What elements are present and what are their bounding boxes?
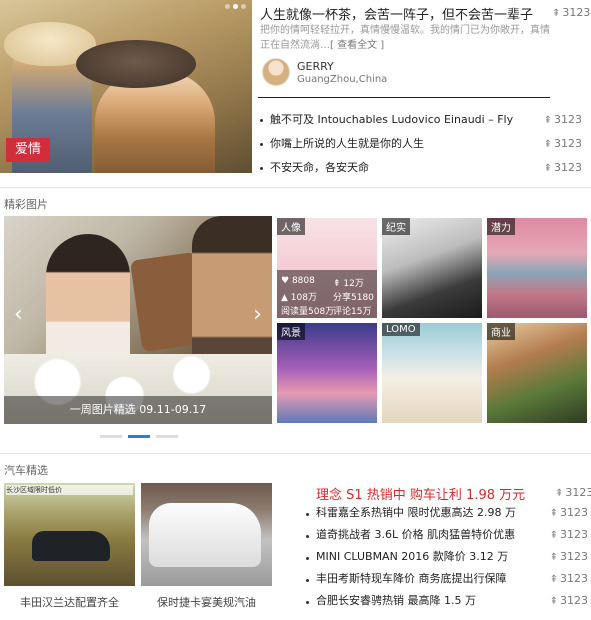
- brown-hat: [76, 40, 196, 88]
- views-icon: ⇞: [543, 163, 552, 174]
- child-figure: [95, 72, 215, 173]
- car-caption[interactable]: 丰田汉兰达配置齐全: [4, 594, 135, 610]
- author-name[interactable]: GERRY: [297, 60, 334, 73]
- pager-dot-active[interactable]: [128, 435, 150, 438]
- photo-tile-portrait[interactable]: 人像 ♥ 8808 ⇞ 12万 ▲ 108万 分享5180 阅读量508万 评论…: [277, 218, 377, 318]
- car-headline[interactable]: 理念 S1 热销中 购车让利 1.98 万元: [316, 484, 525, 503]
- views-icon: ⇞: [549, 596, 558, 607]
- article-list: 触不可及 Intouchables Ludovico Einaudi – Fly…: [260, 110, 582, 182]
- tile-label: 纪实: [382, 218, 410, 235]
- photo-tile-commercial[interactable]: 商业: [487, 323, 587, 423]
- author-location: GuangZhou,China: [297, 74, 388, 85]
- views-icon: ⇞: [333, 279, 341, 289]
- suv-shape: [149, 503, 261, 567]
- photo-tile-landscape[interactable]: 风景: [277, 323, 377, 423]
- photo-tile-lomo[interactable]: LOMO: [382, 323, 482, 423]
- views-icon: ⇞: [549, 574, 558, 585]
- car-image-cayenne[interactable]: [141, 483, 272, 586]
- section-divider: [0, 453, 591, 454]
- thumb-icon: ▲: [281, 293, 288, 303]
- list-item[interactable]: 丰田考斯特现车降价 商务底提出行保障 ⇞ 3123: [306, 570, 588, 592]
- slide-caption[interactable]: 一周图片精选 09.11-09.17: [4, 396, 272, 424]
- avatar[interactable]: [262, 58, 290, 86]
- carousel-dots[interactable]: [225, 4, 246, 9]
- list-item[interactable]: 不安天命，各安天命 ⇞ 3123: [260, 158, 582, 182]
- views-icon: ⇞: [555, 488, 564, 499]
- car-article-list: 科雷嘉全系热销中 限时优惠高达 2.98 万 ⇞ 3123 道奇挑战者 3.6L 价…: [306, 504, 588, 614]
- section-title-photos: 精彩图片: [4, 198, 48, 211]
- read-more-link[interactable]: [ 查看全文 ]: [330, 40, 384, 51]
- tile-label: 风景: [277, 323, 305, 340]
- photo-stats: ♥ 8808 ⇞ 12万 ▲ 108万 分享5180 阅读量508万 评论15万: [277, 270, 377, 318]
- list-item[interactable]: 你嘴上所说的人生就是你的人生 ⇞ 3123: [260, 134, 582, 158]
- photo-tile-potential[interactable]: 潜力: [487, 218, 587, 318]
- featured-description: 把你的情呵轻轻拉开，真情慢慢温软。我的情门已为你敞开，真情正在自然流淌…[ 查看…: [260, 25, 550, 51]
- pager-dot[interactable]: [156, 435, 178, 438]
- views-icon: ⇞: [549, 508, 558, 519]
- photo-slideshow[interactable]: ‹ › 一周图片精选 09.11-09.17: [4, 216, 272, 424]
- views-icon: ⇞: [552, 8, 561, 19]
- views-icon: ⇞: [543, 139, 552, 150]
- views-icon: ⇞: [543, 115, 552, 126]
- next-arrow-icon[interactable]: ›: [253, 302, 262, 327]
- photo-tile-documentary[interactable]: 纪实: [382, 218, 482, 318]
- list-item[interactable]: 科雷嘉全系热销中 限时优惠高达 2.98 万 ⇞ 3123: [306, 504, 588, 526]
- suv-shape: [32, 531, 110, 561]
- tile-label: 商业: [487, 323, 515, 340]
- tile-label: 人像: [277, 218, 305, 235]
- tile-label: LOMO: [382, 323, 420, 336]
- slide-pager[interactable]: [100, 435, 178, 438]
- views-icon: ⇞: [549, 530, 558, 541]
- view-count: ⇞ 3123: [552, 6, 591, 19]
- views-icon: ⇞: [549, 552, 558, 563]
- promo-band: 长沙区域限时低价: [6, 485, 133, 495]
- section-title-cars: 汽车精选: [4, 464, 48, 477]
- list-item[interactable]: 触不可及 Intouchables Ludovico Einaudi – Fly…: [260, 110, 582, 134]
- list-item[interactable]: MINI CLUBMAN 2016 款降价 3.12 万 ⇞ 3123: [306, 548, 588, 570]
- category-tag[interactable]: 爱情: [6, 138, 50, 162]
- car-image-highlander[interactable]: 长沙区域限时低价: [4, 483, 135, 586]
- featured-title-text[interactable]: 人生就像一杯茶，会苦一阵子，但不会苦一辈子: [260, 8, 533, 23]
- featured-title[interactable]: 人生就像一杯茶，会苦一阵子，但不会苦一辈子: [260, 4, 550, 23]
- featured-image[interactable]: 爱情: [0, 0, 252, 173]
- list-item[interactable]: 合肥长安睿骋热销 最高降 1.5 万 ⇞ 3123: [306, 592, 588, 614]
- section-divider: [0, 187, 591, 188]
- divider: [258, 97, 550, 98]
- pager-dot[interactable]: [100, 435, 122, 438]
- car-caption[interactable]: 保时捷卡宴美规汽油: [141, 594, 272, 610]
- prev-arrow-icon[interactable]: ‹: [14, 302, 23, 327]
- view-count: ⇞ 3123: [555, 486, 591, 499]
- tile-label: 潜力: [487, 218, 515, 235]
- heart-icon: ♥: [281, 276, 290, 286]
- list-item[interactable]: 道奇挑战者 3.6L 价格 肌肉猛兽特价优惠 ⇞ 3123: [306, 526, 588, 548]
